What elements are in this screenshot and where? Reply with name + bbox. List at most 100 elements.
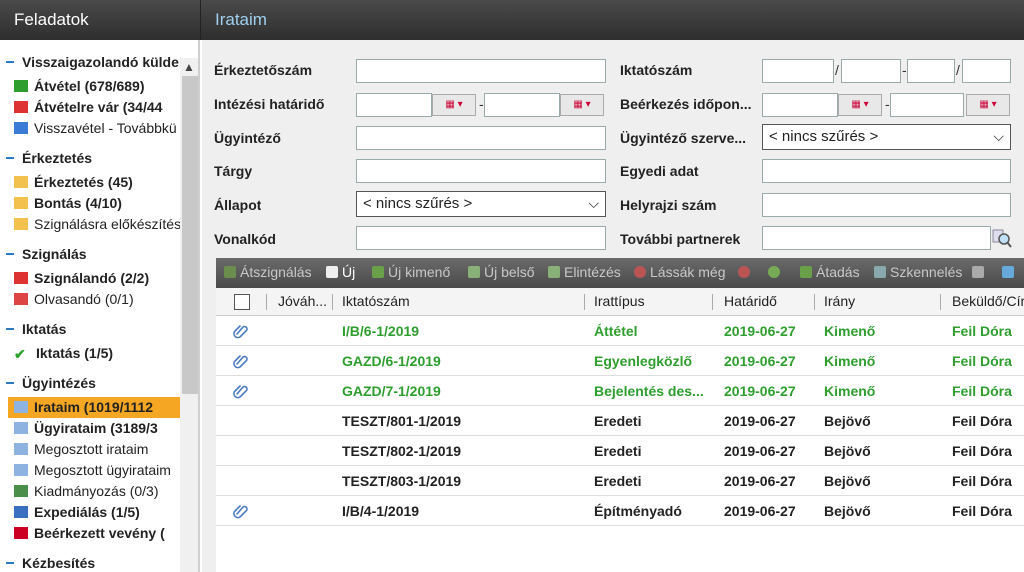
intezesi-hatarido-label: Intézési határidő	[214, 96, 325, 112]
intezesi-hatarido-to-input[interactable]	[484, 93, 560, 117]
sidebar-item[interactable]: Ügyirataim (3189/3	[14, 418, 180, 439]
sidebar-item[interactable]: Megosztott irataim	[14, 439, 180, 460]
sidebar-item[interactable]: Megosztott ügyirataim	[14, 460, 180, 481]
column-header-hatarido[interactable]: Határidő	[724, 293, 777, 309]
iktatoszam-part2-input[interactable]	[841, 59, 901, 83]
barcode-button[interactable]	[972, 264, 988, 280]
red-action-button[interactable]	[738, 264, 754, 280]
collapse-icon[interactable]	[6, 382, 14, 384]
ugyintezo-szerv-select[interactable]: < nincs szűrés > ⌵	[762, 124, 1011, 150]
column-header-iktatoszam[interactable]: Iktatószám	[342, 293, 410, 309]
iktatoszam-part3-input[interactable]	[907, 59, 955, 83]
sidebar-item[interactable]: Bontás (4/10)	[14, 193, 180, 214]
table-row[interactable]: TESZT/801-1/2019 Eredeti 2019-06-27 Bejövő F…	[216, 406, 1024, 436]
column-header-irattipus[interactable]: Irattípus	[594, 293, 645, 309]
calendar-icon[interactable]: ▦ ▾	[966, 94, 1010, 116]
collapse-icon[interactable]	[6, 253, 14, 255]
table-row[interactable]: GAZD/7-1/2019 Bejelentés des... 2019-06-27…	[216, 376, 1024, 406]
beerkezes-to-input[interactable]	[890, 93, 964, 117]
sidebar-item[interactable]: ✔ Iktatás (1/5)	[14, 343, 180, 364]
uj-kimeno-button[interactable]: Új kimenő	[372, 264, 450, 280]
sidebar-item[interactable]: Olvasandó (0/1)	[14, 289, 180, 310]
iktatoszam-part4-input[interactable]	[962, 59, 1011, 83]
edit-button[interactable]	[1002, 264, 1018, 280]
sidebar-scroll-thumb[interactable]	[182, 76, 198, 394]
reassign-icon	[224, 266, 236, 278]
sidebar-section-header[interactable]: Visszaigazolandó külde	[0, 54, 180, 70]
table-row[interactable]: TESZT/802-1/2019 Eredeti 2019-06-27 Bejövő F…	[216, 436, 1024, 466]
select-all-checkbox[interactable]	[234, 294, 250, 310]
helyrajzi-input[interactable]	[762, 193, 1011, 217]
sidebar-item[interactable]: Visszavétel - Továbbkü	[14, 118, 180, 139]
cell-iktatoszam: TESZT/802-1/2019	[342, 443, 462, 459]
beerkezes-from-input[interactable]	[762, 93, 838, 117]
paperclip-icon[interactable]	[232, 382, 250, 400]
collapse-icon[interactable]	[6, 157, 14, 159]
column-header-bekuldo[interactable]: Beküldő/Cím	[952, 293, 1024, 309]
sidebar-item-label: Átvétel (678/689)	[34, 78, 145, 94]
paperclip-icon[interactable]	[232, 352, 250, 370]
sidebar-item[interactable]: Beérkezett vevény (	[14, 523, 180, 544]
allapot-select[interactable]: < nincs szűrés > ⌵	[356, 191, 606, 217]
sidebar-item[interactable]: Irataim (1019/1112	[8, 397, 180, 418]
sidebar-item-label: Szignálásra előkészítés	[34, 216, 180, 232]
iktatoszam-part1-input[interactable]	[762, 59, 834, 83]
iktatoszam-label: Iktatószám	[620, 62, 693, 78]
sidebar-item[interactable]: Érkeztetés (45)	[14, 172, 180, 193]
paperclip-icon[interactable]	[232, 322, 250, 340]
column-header-jovah[interactable]: Jóváh...	[278, 293, 334, 309]
erkeztetoszam-input[interactable]	[356, 59, 606, 83]
tovabbi-partnerek-input[interactable]	[762, 226, 991, 250]
lassak-meg-button[interactable]: Lássák még	[634, 264, 725, 280]
sidebar-section-header[interactable]: Iktatás	[0, 321, 180, 337]
sidebar-item[interactable]: Expediálás (1/5)	[14, 502, 180, 523]
calendar-icon[interactable]: ▦ ▾	[560, 94, 604, 116]
atadas-button[interactable]: Átadás	[800, 264, 860, 280]
scroll-up-icon[interactable]: ▲	[180, 58, 198, 76]
table-row[interactable]: I/B/6-1/2019 Áttétel 2019-06-27 Kimenő Feil …	[216, 316, 1024, 346]
table-row[interactable]: I/B/4-1/2019 Építményadó 2019-06-27 Bejövő F…	[216, 496, 1024, 526]
sidebar-item-label: Visszavétel - Továbbkü	[34, 120, 177, 136]
sidebar-item[interactable]: Szignálandó (2/2)	[14, 268, 180, 289]
uj-belso-button[interactable]: Új belső	[468, 264, 535, 280]
vonalkod-input[interactable]	[356, 226, 606, 250]
collapse-icon[interactable]	[6, 562, 14, 564]
ugyintezo-input[interactable]	[356, 126, 606, 150]
calendar-icon[interactable]: ▦ ▾	[838, 94, 882, 116]
tasks-panel-title: Feladatok	[14, 10, 89, 29]
sidebar-item-label: Megosztott irataim	[34, 441, 149, 457]
sidebar-section-header[interactable]: Kézbesítés	[0, 555, 180, 571]
checkmark-icon: ✔	[14, 346, 26, 362]
intezesi-hatarido-from-input[interactable]	[356, 93, 432, 117]
collapse-icon[interactable]	[6, 328, 14, 330]
table-row[interactable]: GAZD/6-1/2019 Egyenlegközlő 2019-06-27 Kime…	[216, 346, 1024, 376]
cell-hatarido: 2019-06-27	[724, 473, 796, 489]
green-action-button[interactable]	[768, 264, 784, 280]
table-row[interactable]: TESZT/803-1/2019 Eredeti 2019-06-27 Bejövő F…	[216, 466, 1024, 496]
page-title: Irataim	[200, 0, 1024, 40]
sidebar-item[interactable]: Átvétel (678/689)	[14, 76, 180, 97]
elintezes-button[interactable]: Elintézés	[548, 264, 621, 280]
cell-iktatoszam: TESZT/803-1/2019	[342, 473, 462, 489]
search-magnifier-icon[interactable]	[992, 228, 1012, 248]
collapse-icon[interactable]	[6, 61, 14, 63]
sidebar-section-header[interactable]: Érkeztetés	[0, 150, 180, 166]
column-header-irany[interactable]: Irány	[824, 293, 855, 309]
allapot-value: < nincs szűrés >	[363, 195, 473, 212]
uj-button[interactable]: Új	[326, 264, 355, 280]
cell-irattipus: Építményadó	[594, 503, 682, 519]
sidebar-section-header[interactable]: Szignálás	[0, 246, 180, 262]
sidebar-item[interactable]: Átvételre vár (34/44	[14, 97, 180, 118]
szkenneles-button[interactable]: Szkennelés	[874, 264, 962, 280]
sidebar-section-header[interactable]: Ügyintézés	[0, 375, 180, 391]
check-icon	[548, 266, 560, 278]
arrow-blue-icon	[14, 122, 28, 134]
atszignalas-button[interactable]: Átszignálás	[224, 264, 312, 280]
sidebar-item-label: Ügyirataim (3189/3	[34, 420, 158, 436]
sidebar-item[interactable]: Kiadmányozás (0/3)	[14, 481, 180, 502]
egyedi-adat-input[interactable]	[762, 159, 1011, 183]
targy-input[interactable]	[356, 159, 606, 183]
sidebar-item[interactable]: Szignálásra előkészítés	[14, 214, 180, 235]
paperclip-icon[interactable]	[232, 502, 250, 520]
calendar-icon[interactable]: ▦ ▾	[432, 94, 476, 116]
